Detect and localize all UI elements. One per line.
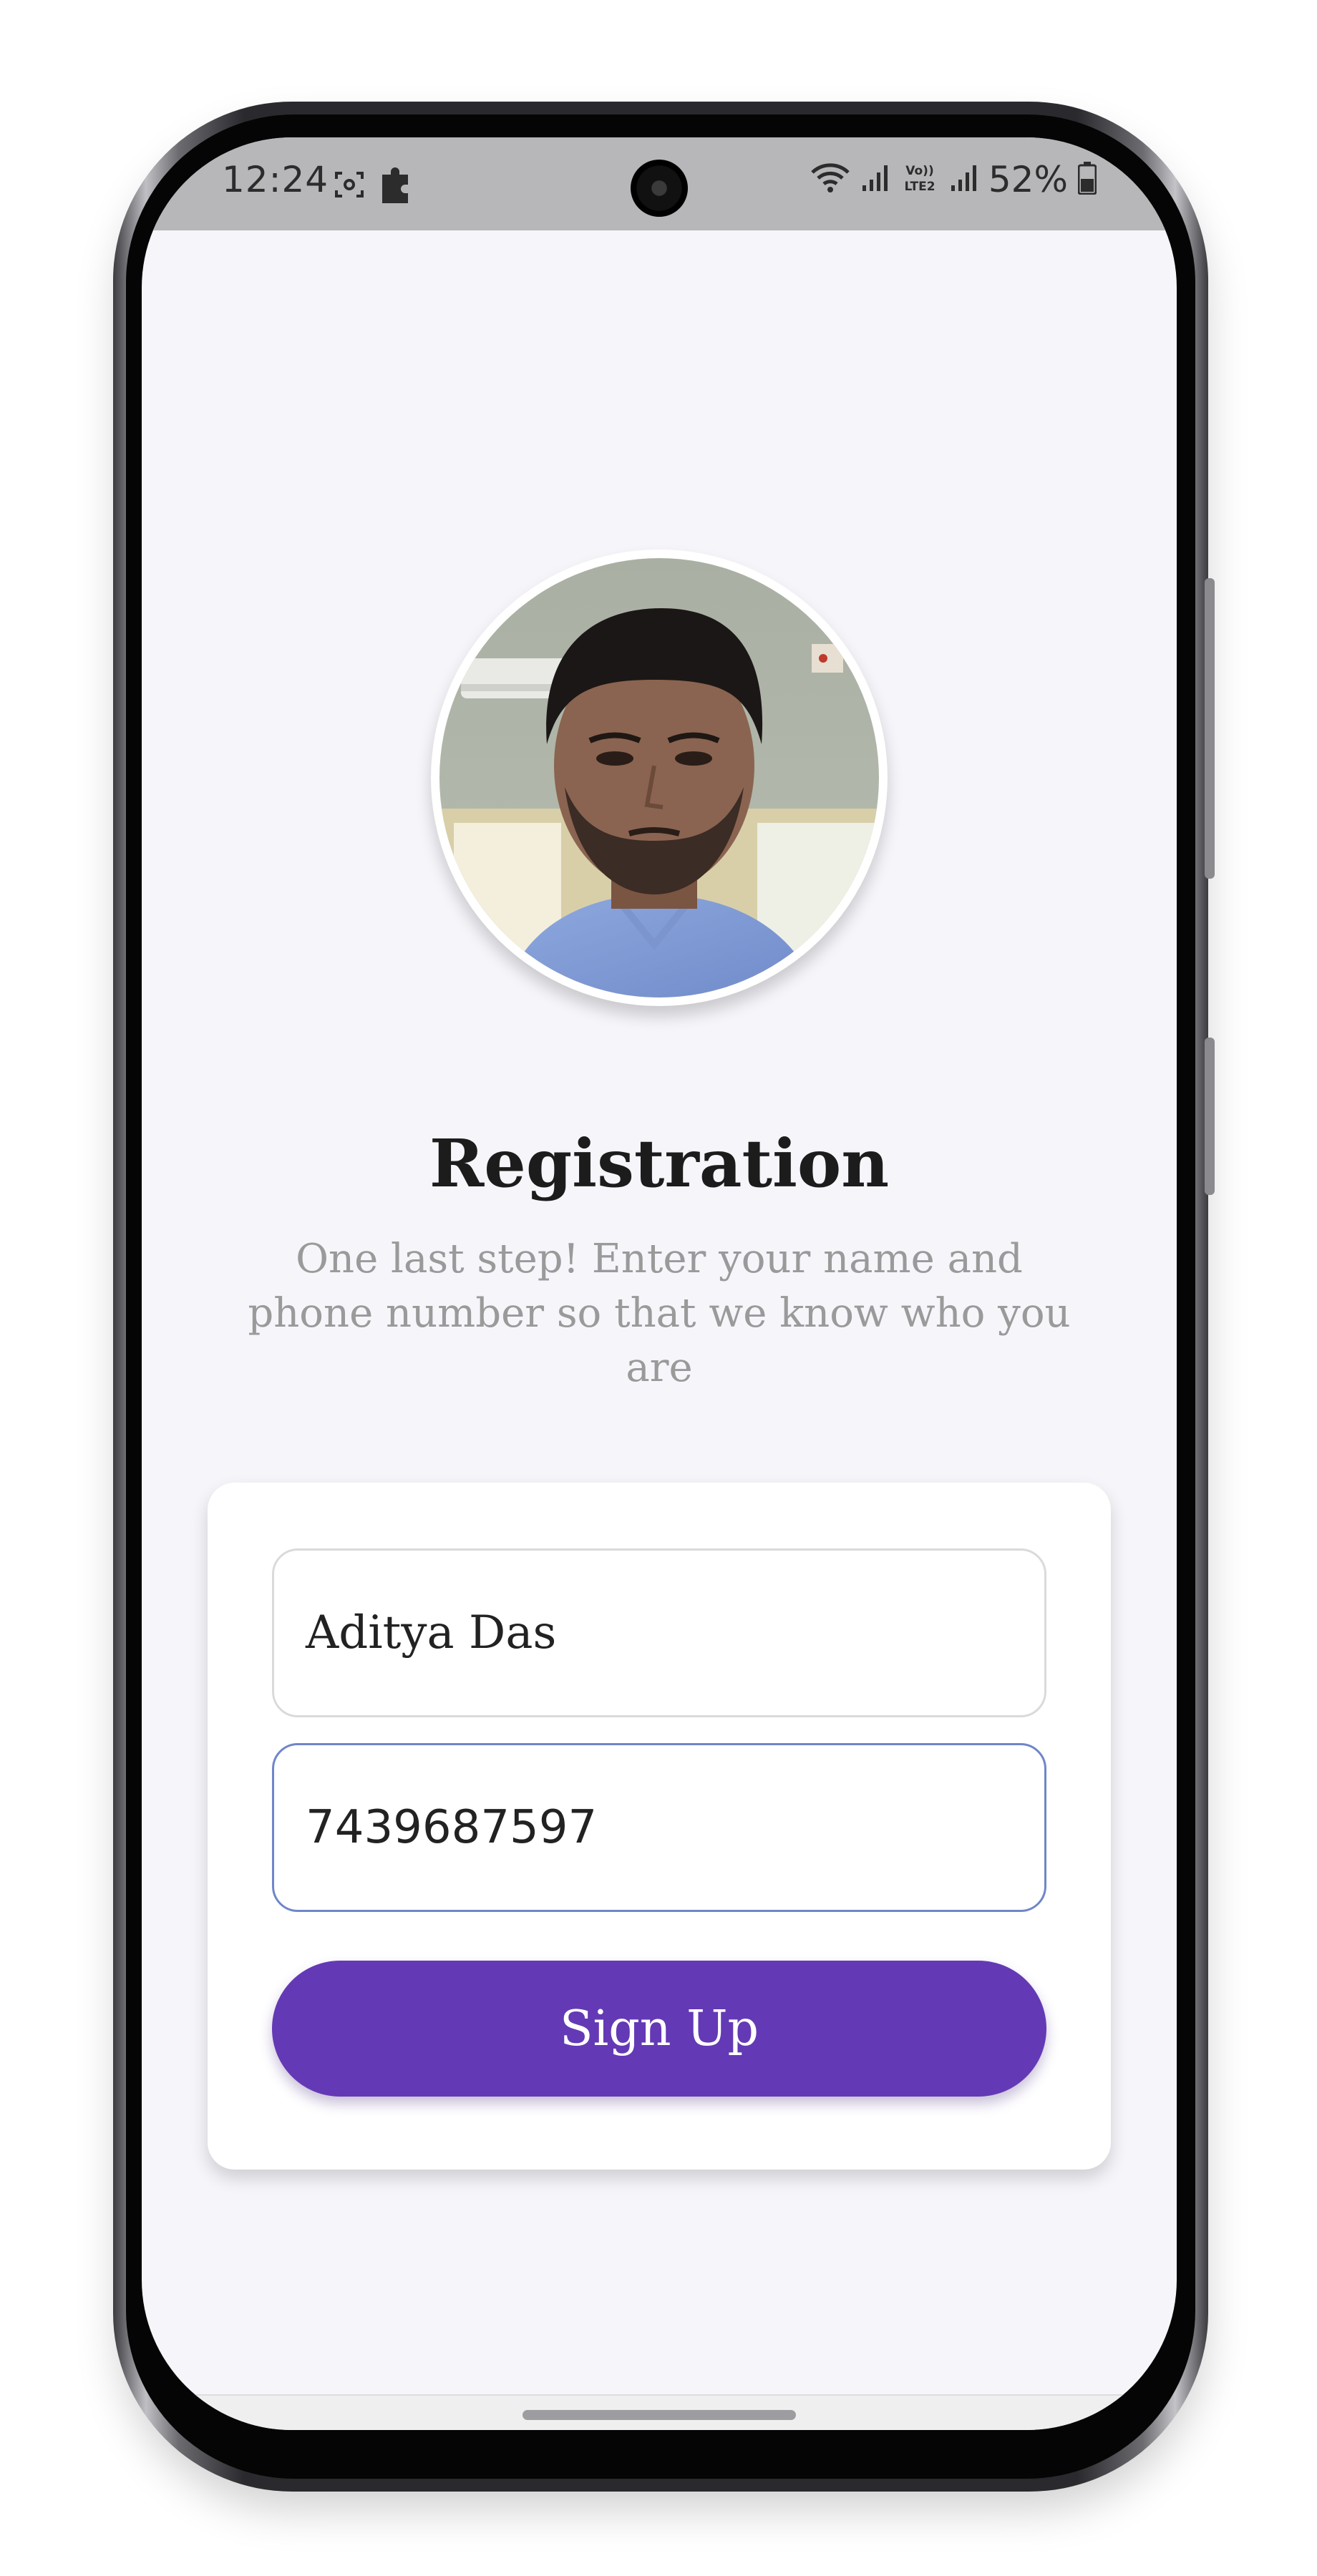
status-right-icons: Vo)) LTE2 52% <box>810 159 1097 200</box>
front-camera-icon <box>631 160 688 217</box>
battery-percentage: 52% <box>988 159 1068 200</box>
status-bar: 12:24 Vo)) LTE2 52% <box>142 137 1177 230</box>
page-title: Registration <box>429 1125 890 1202</box>
registration-card: Aditya Das 7439687597 Sign Up <box>208 1483 1111 2170</box>
svg-text:Vo)): Vo)) <box>905 164 933 178</box>
status-time: 12:24 <box>222 159 329 200</box>
phone-field[interactable]: 7439687597 <box>272 1743 1046 1912</box>
phone-field-value: 7439687597 <box>306 1801 598 1854</box>
name-field[interactable]: Aditya Das <box>272 1548 1046 1717</box>
signal-icon <box>861 164 890 195</box>
puzzle-icon <box>378 165 415 208</box>
screenshot-icon <box>334 169 365 203</box>
volume-button <box>1205 578 1215 879</box>
device-mockup: 12:24 Vo)) LTE2 52% Registration One las… <box>0 0 1317 2576</box>
home-indicator[interactable] <box>523 2410 796 2420</box>
power-button <box>1205 1038 1215 1195</box>
sign-up-button[interactable]: Sign Up <box>272 1961 1046 2097</box>
wifi-icon <box>810 162 851 197</box>
status-left-icons <box>334 165 415 208</box>
page-subtitle: One last step! Enter your name and phone… <box>248 1236 1071 1391</box>
name-field-value: Aditya Das <box>306 1606 557 1659</box>
profile-photo[interactable] <box>439 558 879 997</box>
sign-up-button-label: Sign Up <box>559 2000 759 2057</box>
signal-icon <box>950 164 978 195</box>
volte-lte2-icon: Vo)) LTE2 <box>900 162 940 197</box>
profile-photo-frame[interactable] <box>431 550 888 1006</box>
battery-icon <box>1077 162 1097 197</box>
screen: 12:24 Vo)) LTE2 52% Registration One las… <box>142 137 1177 2430</box>
svg-text:LTE2: LTE2 <box>904 180 935 194</box>
